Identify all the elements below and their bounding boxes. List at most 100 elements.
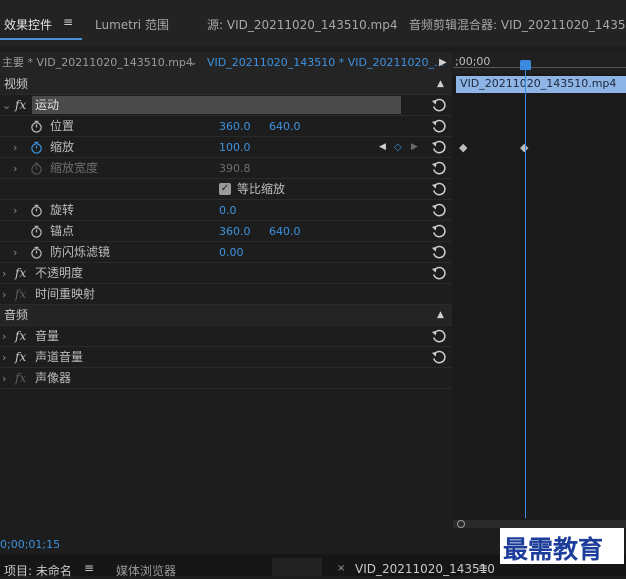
zoom-handle[interactable]: [457, 520, 465, 528]
reset-parameter-icon[interactable]: [431, 266, 446, 281]
scale-width-property-row: › 缩放宽度 390.8: [0, 158, 452, 179]
uniform-scale-checkbox[interactable]: ✓: [219, 183, 231, 195]
tab-source[interactable]: 源: VID_20211020_143510.mp4: [207, 16, 398, 33]
clip-name: VID_20211020_143510.mp4: [460, 77, 617, 90]
stopwatch-active-icon[interactable]: [30, 141, 43, 154]
panner-label: 声像器: [35, 371, 72, 385]
reset-parameter-icon[interactable]: [431, 119, 446, 134]
anchor-point-label: 锚点: [50, 224, 75, 238]
reset-parameter-icon[interactable]: [431, 182, 446, 197]
fx-icon: fx: [15, 287, 27, 301]
chevron-right-icon[interactable]: ›: [13, 242, 17, 263]
fx-icon[interactable]: fx: [15, 263, 26, 284]
previous-keyframe-icon[interactable]: ◀: [379, 137, 386, 158]
audio-section-label: 音频: [4, 308, 29, 322]
playhead-line: [525, 70, 526, 518]
position-x-value[interactable]: 360.0: [219, 116, 251, 137]
reset-parameter-icon[interactable]: [431, 203, 446, 218]
clip-bar[interactable]: VID_20211020_143510.mp4: [456, 76, 626, 93]
watermark-text: 最需教育: [503, 535, 604, 564]
hamburger-menu-icon[interactable]: ≡: [63, 15, 73, 29]
reset-parameter-icon[interactable]: [431, 329, 446, 344]
panel-tab-bar: 效果控件 ≡ Lumetri 范围 源: VID_20211020_143510…: [0, 0, 626, 46]
opacity-effect-row[interactable]: › fx 不透明度: [0, 263, 452, 284]
rotation-property-row: › 旋转 0.0: [0, 200, 452, 221]
anti-flicker-value[interactable]: 0.00: [219, 242, 244, 263]
panel-divider: [272, 558, 322, 576]
rotation-value[interactable]: 0.0: [219, 200, 237, 221]
watermark-logo: 最需教育: [500, 528, 624, 564]
uniform-scale-label: 等比缩放: [237, 182, 286, 196]
close-icon[interactable]: ×: [337, 563, 345, 574]
hamburger-menu-icon[interactable]: ≡: [478, 561, 488, 575]
fx-icon[interactable]: fx: [15, 326, 26, 347]
scale-width-value: 390.8: [219, 162, 251, 175]
channel-volume-effect-row[interactable]: › fx 声道音量: [0, 347, 452, 368]
chevron-right-icon[interactable]: ›: [2, 347, 6, 368]
playhead-handle[interactable]: [520, 60, 531, 70]
tab-sequence[interactable]: VID_20211020_143510: [355, 562, 495, 576]
scale-label: 缩放: [50, 140, 75, 154]
motion-effect-label: 运动: [35, 98, 60, 112]
chevron-right-icon[interactable]: ›: [13, 137, 17, 158]
fx-icon: fx: [15, 371, 27, 385]
panner-effect-row[interactable]: › fx 声像器: [0, 368, 452, 389]
motion-effect-row[interactable]: ⌄ fx 运动: [0, 95, 452, 116]
position-label: 位置: [50, 119, 75, 133]
time-ruler[interactable]: ;00;00: [453, 52, 626, 74]
uniform-scale-row: ✓ 等比缩放: [0, 179, 452, 200]
anchor-y-value[interactable]: 640.0: [269, 221, 301, 242]
chevron-right-icon[interactable]: ›: [2, 368, 6, 389]
tab-lumetri-scopes[interactable]: Lumetri 范围: [95, 16, 169, 33]
collapse-up-icon[interactable]: ▲: [437, 305, 444, 326]
hamburger-menu-icon[interactable]: ≡: [84, 561, 94, 575]
chevron-right-icon: ›: [13, 162, 18, 175]
chevron-down-icon[interactable]: ⌄: [2, 95, 11, 116]
anti-flicker-property-row: › 防闪烁滤镜 0.00: [0, 242, 452, 263]
anti-flicker-label: 防闪烁滤镜: [50, 245, 111, 259]
tab-effect-controls[interactable]: 效果控件: [4, 16, 52, 33]
fx-icon[interactable]: fx: [15, 95, 26, 116]
scale-value[interactable]: 100.0: [219, 137, 251, 158]
video-section-label: 视频: [4, 77, 29, 91]
rotation-label: 旋转: [50, 203, 75, 217]
stopwatch-icon[interactable]: [30, 225, 43, 238]
fx-icon[interactable]: fx: [15, 347, 26, 368]
time-remap-label: 时间重映射: [35, 287, 96, 301]
reset-parameter-icon[interactable]: [431, 140, 446, 155]
reset-parameter-icon[interactable]: [431, 245, 446, 260]
scale-property-row: › 缩放 100.0 ◀ ◇ ▶: [0, 137, 452, 158]
collapse-up-icon[interactable]: ▲: [437, 74, 444, 95]
position-y-value[interactable]: 640.0: [269, 116, 301, 137]
volume-effect-row[interactable]: › fx 音量: [0, 326, 452, 347]
reset-parameter-icon[interactable]: [431, 350, 446, 365]
next-keyframe-icon[interactable]: ▶: [411, 137, 418, 158]
reset-parameter-icon[interactable]: [431, 161, 446, 176]
chevron-right-icon[interactable]: ›: [2, 284, 6, 305]
timeline-scrollbar[interactable]: [453, 520, 626, 528]
channel-volume-label: 声道音量: [35, 350, 84, 364]
time-remap-effect-row[interactable]: › fx 时间重映射: [0, 284, 452, 305]
chevron-right-icon[interactable]: ›: [2, 326, 6, 347]
opacity-label: 不透明度: [35, 266, 84, 280]
stopwatch-icon[interactable]: [30, 120, 43, 133]
active-tab-indicator: [0, 38, 82, 40]
add-keyframe-icon[interactable]: ◇: [394, 137, 402, 158]
keyframe-start-icon[interactable]: ◆: [459, 141, 467, 154]
chevron-right-icon[interactable]: ›: [13, 200, 17, 221]
current-timecode[interactable]: 0;00;01;15: [0, 538, 60, 551]
reset-parameter-icon[interactable]: [431, 224, 446, 239]
volume-label: 音量: [35, 329, 60, 343]
stopwatch-icon[interactable]: [30, 246, 43, 259]
video-section-header: 视频 ▲: [0, 74, 452, 95]
tab-audio-clip-mixer[interactable]: 音频剪辑混合器: VID_20211020_143510: [409, 16, 626, 33]
stopwatch-icon[interactable]: [30, 204, 43, 217]
effect-timeline: ;00;00 VID_20211020_143510.mp4 ◆ ◆: [453, 52, 626, 528]
audio-section-header: 音频 ▲: [0, 305, 452, 326]
tab-media-browser[interactable]: 媒体浏览器: [116, 562, 176, 579]
anchor-x-value[interactable]: 360.0: [219, 221, 251, 242]
reset-parameter-icon[interactable]: [431, 98, 446, 113]
tab-project[interactable]: 项目: 未命名: [4, 562, 72, 579]
anchor-point-property-row: 锚点 360.0 640.0: [0, 221, 452, 242]
chevron-right-icon[interactable]: ›: [2, 263, 6, 284]
